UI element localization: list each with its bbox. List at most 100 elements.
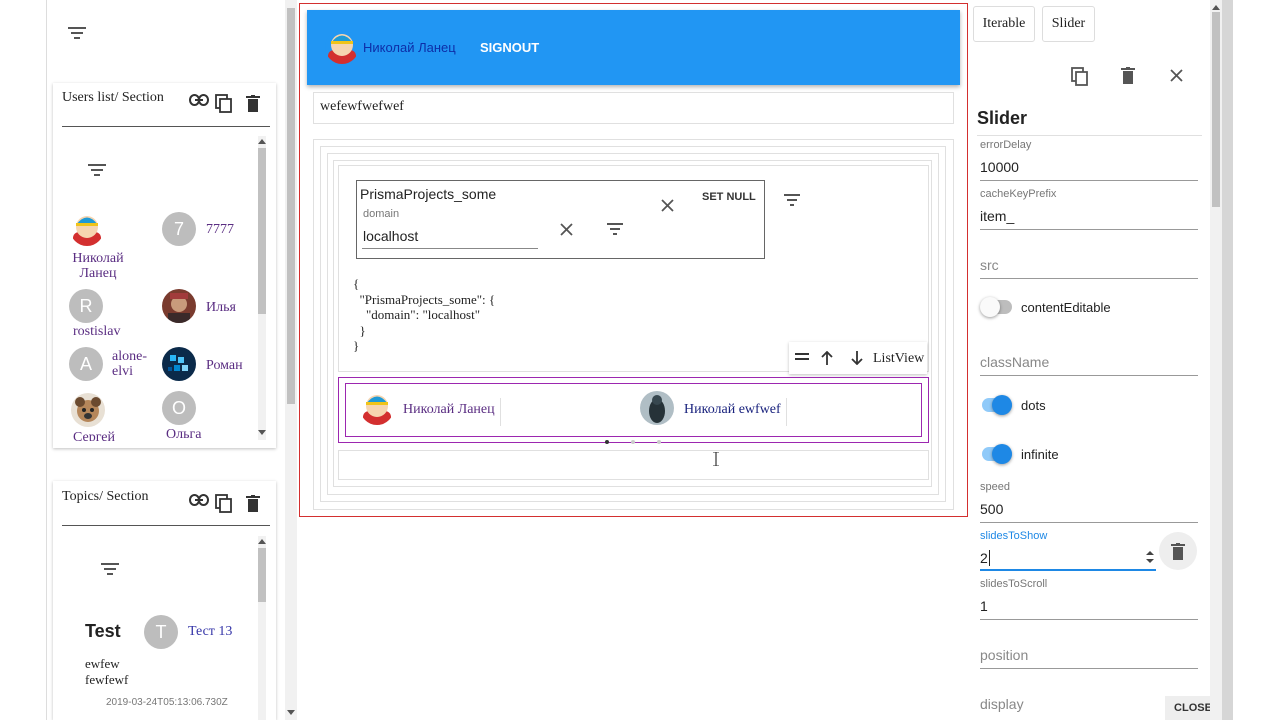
filter-icon[interactable] xyxy=(88,163,106,177)
topics-scrollbar-thumb[interactable] xyxy=(258,548,266,602)
scroll-up-icon[interactable] xyxy=(258,138,266,144)
cachekeyprefix-label: cacheKeyPrefix xyxy=(980,188,1057,200)
topic-title[interactable]: Test xyxy=(85,621,121,642)
slidestoshow-input[interactable]: 2 xyxy=(980,550,990,566)
listview-label[interactable]: ListView xyxy=(873,351,924,367)
text-field-value[interactable]: wefewfwefwef xyxy=(320,99,404,115)
text-cursor-icon xyxy=(712,452,720,466)
user-avatar-letter[interactable]: A xyxy=(69,347,103,381)
delete-icon[interactable] xyxy=(246,95,260,113)
divider xyxy=(62,126,270,127)
slidestoshow-label: slidesToShow xyxy=(980,530,1048,542)
delete-icon[interactable] xyxy=(1171,543,1185,561)
speed-label: speed xyxy=(980,481,1010,493)
domain-input[interactable]: localhost xyxy=(363,228,418,244)
cartman-avatar[interactable] xyxy=(360,391,394,425)
drag-handle-icon[interactable] xyxy=(795,353,809,361)
cachekeyprefix-input[interactable]: item_ xyxy=(980,208,1014,224)
display-input[interactable]: display xyxy=(980,696,1024,712)
user-avatar-letter[interactable]: T xyxy=(144,615,178,649)
cartman-avatar[interactable] xyxy=(70,212,104,246)
photo-avatar[interactable] xyxy=(162,289,196,323)
link-icon[interactable] xyxy=(189,493,209,507)
scroll-down-icon[interactable] xyxy=(258,430,266,436)
slide-divider xyxy=(500,398,501,426)
scroll-up-icon[interactable] xyxy=(258,538,266,544)
copy-icon[interactable] xyxy=(1071,67,1089,87)
classname-input[interactable]: className xyxy=(980,354,1049,370)
infinite-toggle-knob[interactable] xyxy=(992,444,1012,464)
user-name[interactable]: Сергей xyxy=(73,430,115,441)
user-name[interactable]: Роман xyxy=(206,358,243,373)
topics-section-title: Topics/ Section xyxy=(62,489,149,504)
dots-toggle-knob[interactable] xyxy=(992,395,1012,415)
domain-underline xyxy=(362,248,538,249)
delete-icon[interactable] xyxy=(1121,67,1135,85)
position-underline xyxy=(980,668,1198,669)
slidestoscroll-input[interactable]: 1 xyxy=(980,598,988,614)
delete-icon[interactable] xyxy=(246,495,260,513)
user-avatar-letter[interactable]: 7 xyxy=(162,212,196,246)
user-avatar-letter[interactable]: O xyxy=(162,391,196,425)
slide-user-name[interactable]: Николай Ланец xyxy=(403,402,495,417)
panel-scrollbar-thumb[interactable] xyxy=(1212,12,1220,207)
pixel-avatar[interactable] xyxy=(162,347,196,381)
raven-avatar[interactable] xyxy=(640,391,674,425)
filter-icon[interactable] xyxy=(607,223,623,235)
slider-dot[interactable] xyxy=(657,440,661,444)
user-avatar-letter[interactable]: R xyxy=(69,289,103,323)
divider xyxy=(62,525,270,526)
divider xyxy=(977,135,1202,136)
close-icon[interactable] xyxy=(1170,69,1183,82)
cartman-avatar[interactable] xyxy=(325,30,359,64)
dog-avatar[interactable] xyxy=(71,393,105,427)
users-scrollbar-thumb[interactable] xyxy=(258,148,266,314)
contenteditable-label: contentEditable xyxy=(1021,300,1111,315)
src-input[interactable]: src xyxy=(980,257,999,273)
tab-slider[interactable]: Slider xyxy=(1042,6,1095,42)
text-field-box xyxy=(313,92,954,124)
user-name[interactable]: Илья xyxy=(206,300,236,315)
filter-icon[interactable] xyxy=(68,26,86,40)
slide-divider xyxy=(786,398,787,426)
close-icon[interactable] xyxy=(560,223,573,236)
copy-icon[interactable] xyxy=(215,494,233,514)
errordelay-input[interactable]: 10000 xyxy=(980,159,1019,175)
user-name[interactable]: Ольга xyxy=(166,427,201,442)
user-name[interactable]: alone- elvi xyxy=(112,349,147,379)
slidestoscroll-underline xyxy=(980,619,1198,620)
copy-icon[interactable] xyxy=(215,94,233,114)
signout-button[interactable]: SIGNOUT xyxy=(480,40,539,55)
classname-underline xyxy=(980,375,1198,376)
link-icon[interactable] xyxy=(189,93,209,107)
filter-form-title: PrismaProjects_some xyxy=(360,186,497,202)
tab-iterable[interactable]: Iterable xyxy=(973,6,1035,42)
scroll-up-icon[interactable] xyxy=(1212,4,1220,10)
domain-label: domain xyxy=(363,208,400,220)
set-null-button[interactable]: SET NULL xyxy=(702,191,756,203)
filter-icon[interactable] xyxy=(101,562,119,576)
slide-user-name[interactable]: Николай ewfwef xyxy=(684,402,781,417)
scroll-down-icon[interactable] xyxy=(287,710,295,716)
empty-box xyxy=(338,450,929,480)
speed-input[interactable]: 500 xyxy=(980,501,1003,517)
contenteditable-toggle-knob[interactable] xyxy=(980,297,1000,317)
user-name[interactable]: 7777 xyxy=(206,222,234,237)
main-scrollbar-thumb[interactable] xyxy=(287,8,295,404)
user-name[interactable]: Николай Ланец xyxy=(70,251,126,281)
arrow-down-icon[interactable] xyxy=(851,351,863,365)
number-spinner-icon[interactable] xyxy=(1146,550,1154,564)
infinite-label: infinite xyxy=(1021,447,1059,462)
slider-dot[interactable] xyxy=(631,440,635,444)
filter-icon[interactable] xyxy=(784,194,800,206)
slider-dot-active[interactable] xyxy=(605,440,609,444)
dots-label: dots xyxy=(1021,398,1046,413)
position-input[interactable]: position xyxy=(980,647,1028,663)
speed-underline xyxy=(980,522,1198,523)
close-icon[interactable] xyxy=(661,199,674,212)
arrow-up-icon[interactable] xyxy=(821,351,833,365)
topic-user-name[interactable]: Тест 13 xyxy=(188,624,232,639)
users-section-title: Users list/ Section xyxy=(62,90,164,105)
user-name[interactable]: rostislav xyxy=(73,324,120,339)
header-user-name[interactable]: Николай Ланец xyxy=(363,40,456,55)
